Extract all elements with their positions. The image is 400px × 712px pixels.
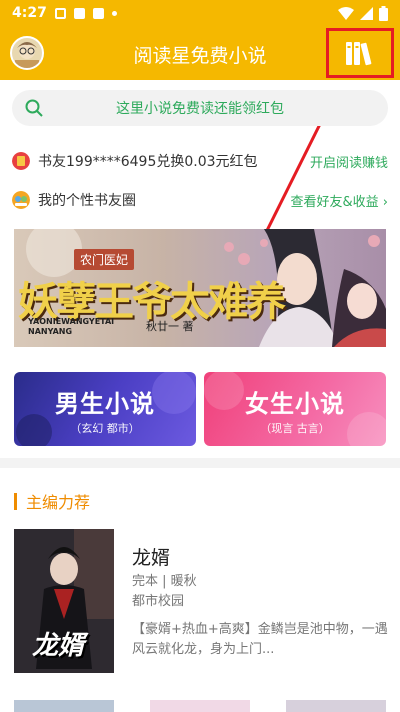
search-placeholder: 这里小说免费读还能领红包 <box>116 101 284 117</box>
search-icon <box>25 99 43 117</box>
book-category: 都市校园 <box>132 594 185 609</box>
male-novels-sub: （玄幻 都市） <box>70 422 140 435</box>
friend-circle-row[interactable]: 我的个性书友圈 查看好友&收益 › <box>12 188 388 212</box>
next-book-cover-1[interactable] <box>14 700 114 712</box>
friend-circle-text: 我的个性书友圈 <box>38 193 136 209</box>
male-novels-card[interactable]: 男生小说 （玄幻 都市） <box>14 372 196 446</box>
next-book-cover-3[interactable] <box>286 700 386 712</box>
banner-author: 秋廿一 著 <box>146 320 194 333</box>
female-novels-card[interactable]: 女生小说 （现言 古言） <box>204 372 386 446</box>
banner-pinyin: YAONIEWANGYETAI NANYANG <box>28 317 115 336</box>
editor-picks-header: 主编力荐 <box>14 489 90 513</box>
promo-banner[interactable]: 农门医妃 妖孽王爷太难养 YAONIEWANGYETAI NANYANG 秋廿一… <box>14 229 386 347</box>
book-cover[interactable]: 龙婿 <box>14 529 114 673</box>
redpacket-icon <box>12 152 30 170</box>
book-meta: 完本 | 暖秋 <box>132 574 197 589</box>
next-book-cover-2[interactable] <box>150 700 250 712</box>
book-cover-title: 龙婿 <box>32 631 85 661</box>
banner-subtitle: 农门医妃 <box>74 249 135 270</box>
book-description: 【豪婿+热血+高爽】金鳞岂是池中物，一遇风云就化龙，身为上门... <box>132 622 388 657</box>
female-novels-title: 女生小说 <box>245 390 345 418</box>
section-bar <box>14 492 17 510</box>
redpacket-notice-text: 书友199****6495兑换0.03元红包 <box>38 154 258 170</box>
redpacket-notice-row[interactable]: 书友199****6495兑换0.03元红包 开启阅读赚钱 <box>12 149 388 173</box>
view-friends-earnings-link[interactable]: 查看好友&收益 › <box>291 191 388 210</box>
search-bar[interactable]: 这里小说免费读还能领红包 <box>12 90 388 126</box>
friend-circle-icon <box>12 191 30 209</box>
section-divider <box>0 458 400 468</box>
editor-picks-title: 主编力荐 <box>26 493 91 512</box>
book-title[interactable]: 龙婿 <box>132 543 170 570</box>
start-reading-earn-link[interactable]: 开启阅读赚钱 <box>310 152 388 171</box>
male-novels-title: 男生小说 <box>55 390 155 418</box>
female-novels-sub: （现言 古言） <box>260 422 330 435</box>
